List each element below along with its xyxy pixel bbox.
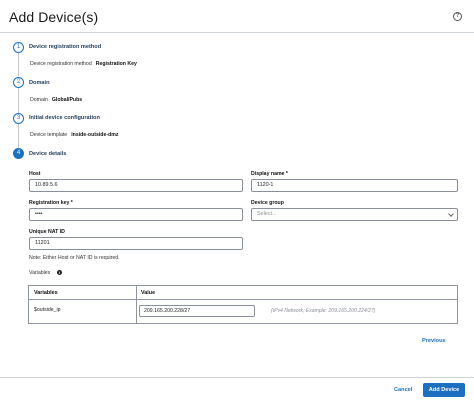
step-3-title: Initial device configuration (29, 115, 100, 121)
add-device-button[interactable]: Add Device (423, 383, 465, 397)
chevron-down-icon (448, 211, 454, 217)
variables-label: Variables (29, 270, 51, 276)
step-3-indicator: 3 (13, 113, 24, 124)
step-1-summary-value: Registration Key (95, 61, 137, 67)
step-2-summary-value: Global/Pubs (51, 97, 83, 103)
variables-table-header (29, 286, 457, 300)
step-4-indicator: 4 (13, 148, 24, 159)
host-input[interactable]: 10.89.5.6 (29, 179, 243, 192)
registration-key-label: Registration key * (29, 200, 73, 206)
device-group-placeholder: Select... (257, 211, 277, 217)
dialog-title: Add Device(s) (9, 9, 99, 25)
host-nat-note: Note: Either Host or NAT ID is required. (29, 255, 120, 261)
previous-link[interactable]: Previous (422, 338, 446, 344)
step-3-summary-value: inside-outside-dmz (71, 132, 119, 138)
device-group-label: Device group (251, 200, 284, 206)
column-header-variables: Variables (34, 290, 58, 296)
registration-key-input[interactable]: •••• (29, 208, 243, 221)
cancel-button[interactable]: Cancel (394, 387, 412, 393)
unique-nat-id-input[interactable]: 11201 (29, 237, 243, 250)
stepper-line (18, 53, 19, 76)
step-2-summary-label: Domain (30, 97, 48, 103)
variable-value-hint: (IPv4 Network; Example: 209.165.200.224/… (271, 308, 376, 314)
variable-value-input[interactable]: 209.165.200.228/27 (139, 305, 255, 317)
variable-name: $outside_ip (34, 307, 61, 313)
stepper-line (18, 88, 19, 113)
unique-nat-id-label: Unique NAT ID (29, 229, 65, 235)
step-1-summary-label: Device registration method (30, 61, 92, 67)
device-group-select[interactable]: Select... (251, 208, 458, 221)
step-1-summary: Device registration method Registration K… (30, 61, 137, 67)
footer-divider (0, 377, 474, 378)
host-label: Host (29, 171, 41, 177)
step-1-title: Device registration method (29, 44, 102, 50)
step-3-summary: Device template inside-outside-dmz (30, 132, 118, 138)
variables-table: Variables Value $outside_ip 209.165.200.… (28, 285, 458, 324)
column-divider (136, 286, 137, 323)
stepper-line (18, 124, 19, 148)
header-divider (0, 32, 474, 33)
question-circle-icon[interactable]: ? (453, 12, 462, 21)
step-1-indicator: 1 (13, 42, 24, 53)
step-2-summary: Domain Global/Pubs (30, 97, 82, 103)
step-4-title: Device details (29, 151, 67, 157)
step-2-indicator: 2 (13, 77, 24, 88)
display-name-input[interactable]: 1120-1 (251, 179, 458, 192)
step-3-summary-label: Device template (30, 132, 68, 138)
step-2-title: Domain (29, 80, 50, 86)
info-icon[interactable]: i (57, 270, 62, 275)
display-name-label: Display name * (251, 171, 288, 177)
column-header-value: Value (141, 290, 156, 296)
